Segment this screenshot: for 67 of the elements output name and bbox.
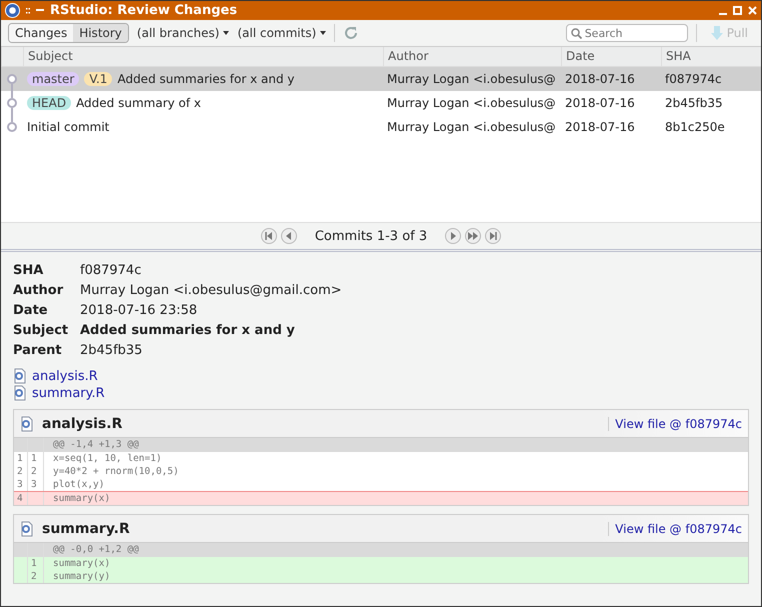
field-label: Parent [13,342,63,360]
date-cell-text: 2018-07-16 [564,72,636,86]
field-value: 2018-07-16 23:58 [80,302,198,320]
view-file-link[interactable]: View file @ f087974c [608,522,742,536]
ref-tag: V.1 [84,72,112,86]
field-label: SHA [13,262,44,280]
hunk-header: @@ -0,0 +1,2 @@ [14,543,748,557]
column-header[interactable]: SHA [661,47,761,66]
commit-subject: Added summary of x [76,96,202,110]
date-cell-text: 2018-07-16 [564,96,636,110]
diff-file-name: summary.R [42,520,131,536]
first-page-icon[interactable] [260,228,277,244]
commit-dropdown[interactable]: (all commits) [237,26,316,40]
file-link[interactable]: summary.R [32,386,105,400]
r-file-icon [13,368,27,384]
ref-tag: HEAD [27,96,72,110]
commit-subject: Added summaries for x and y [117,72,295,86]
sha-cell-text: 8b1c250e [664,120,726,134]
r-file-icon [20,416,34,432]
field-value: f087974c [80,262,142,280]
down-arrow-icon [710,26,723,40]
column-header[interactable]: Subject [23,47,383,66]
view-file-link[interactable]: View file @ f087974c [608,416,742,430]
diff-file-name: analysis.R [42,416,124,432]
app-logo-icon [5,3,20,18]
commit-row[interactable]: master V.1 Added summaries for x and y Murray Logan <i.obesulus@ 2018-07-16 f087974c [1,67,761,91]
sha-cell-text: 2b45fb35 [664,96,724,110]
commit-row[interactable]: HEAD Added summary of x Murray Logan <i.obesulus@ 2018-07-16 2b45fb35 [1,91,761,115]
commit-subject: Initial commit [27,120,110,134]
r-file-icon [13,385,27,401]
ref-tag: master [27,72,80,86]
branch-dropdown[interactable]: (all branches) [136,26,220,40]
caret-icon[interactable] [223,31,230,35]
commit-node-icon [6,91,18,115]
grip-icon [26,6,30,14]
hunk-header: @@ -1,4 +1,3 @@ [14,438,748,452]
field-label: Date [13,302,49,320]
close-icon[interactable] [748,6,757,15]
author-cell-text: Murray Logan <i.obesulus@ [386,120,557,134]
field-label: Author [13,282,64,300]
refresh-icon[interactable] [343,25,360,41]
maximize-icon[interactable] [733,6,742,15]
field-value: Murray Logan <i.obesulus@gmail.com> [80,282,342,300]
field-value: 2b45fb35 [80,342,144,360]
fast-forward-icon[interactable] [465,228,482,244]
window-title: RStudio: Review Changes [50,3,238,18]
tab[interactable]: History [73,24,128,42]
next-page-icon[interactable] [445,228,462,244]
author-cell-text: Murray Logan <i.obesulus@ [386,72,557,86]
commit-row[interactable]: Initial commit Murray Logan <i.obesulus@ 2018-07-16 8b1c250e [1,115,761,139]
diff-line: 1 1 x=seq(1, 10, len=1) [14,452,748,465]
author-cell-text: Murray Logan <i.obesulus@ [386,96,557,110]
r-file-icon [20,520,34,536]
date-cell-text: 2018-07-16 [564,120,636,134]
file-link[interactable]: analysis.R [32,368,98,384]
diff-line: 2 2 y=40*2 + rnorm(10,0,5) [14,465,748,478]
last-page-icon[interactable] [485,228,502,244]
sha-cell-text: f087974c [664,72,723,86]
pager-label: Commits 1-3 of 3 [314,228,428,244]
previous-page-icon[interactable] [280,228,297,244]
caret-icon[interactable] [320,31,326,35]
search-icon [570,28,582,39]
column-header[interactable]: Author [383,47,561,66]
field-value: Added summaries for x and y [80,322,296,340]
search-field[interactable]: Search [566,24,688,42]
column-header[interactable]: Date [561,47,661,66]
field-label: Subject [13,322,70,340]
